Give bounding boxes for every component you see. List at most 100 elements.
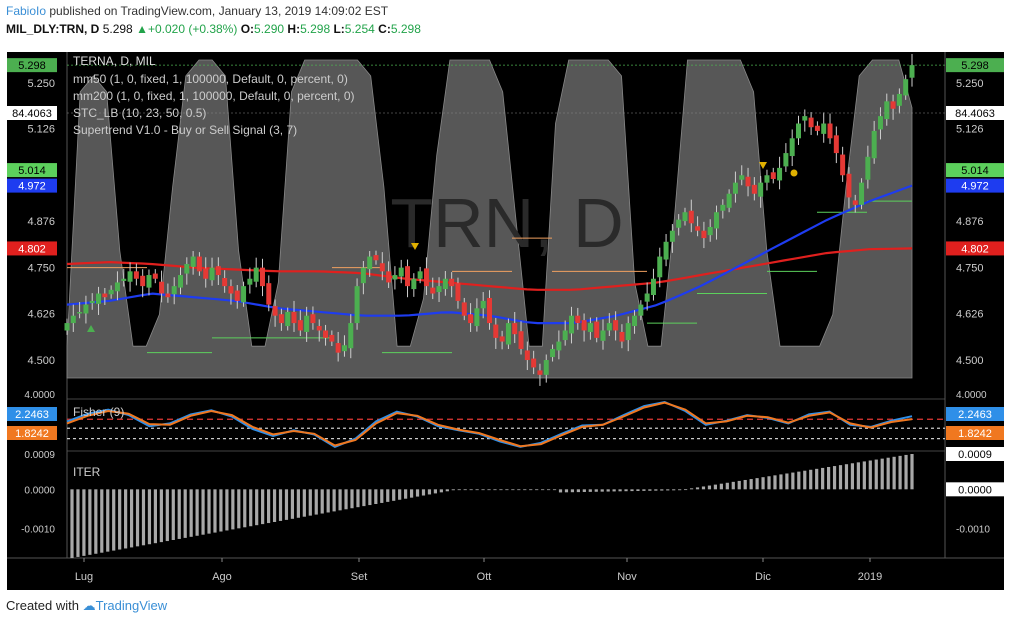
iter-bar <box>386 489 390 502</box>
price-label: 4.972 <box>18 181 46 193</box>
candle-body <box>114 282 120 292</box>
iter-bar <box>261 489 265 525</box>
iter-bar <box>374 489 378 504</box>
iter-bar <box>338 489 342 511</box>
iter-bar <box>350 489 354 509</box>
candle-body <box>650 278 656 295</box>
iter-bar <box>100 489 104 553</box>
candle-body <box>524 350 530 361</box>
y-tick-label-right: 5.126 <box>956 124 984 136</box>
candle-body <box>512 323 518 335</box>
candle-body <box>802 116 808 121</box>
last-price: 5.298 <box>102 22 133 36</box>
iter-bar <box>415 489 420 497</box>
candle-body <box>461 302 467 316</box>
iter-bar <box>648 489 652 491</box>
iter-bar <box>642 489 646 491</box>
iter-bar <box>219 489 223 532</box>
candle-body <box>241 286 247 303</box>
iter-bar <box>481 489 485 491</box>
price-label: 5.014 <box>18 165 46 177</box>
candle-body <box>896 93 902 106</box>
candle-body <box>726 193 732 208</box>
iter-bar <box>582 489 586 492</box>
iter-bar <box>171 489 175 540</box>
published-text: published on TradingView.com, January 13… <box>49 4 389 18</box>
iter-bar <box>165 489 169 542</box>
low-label: L: <box>333 22 345 36</box>
candle-body <box>140 275 146 287</box>
fisher-title: Fisher (9) <box>73 405 124 419</box>
symbol-info-line: MIL_DLY:TRN, D 5.298 ▲+0.020 (+0.38%) O:… <box>6 22 421 36</box>
candle-body <box>770 172 776 179</box>
iter-bar <box>475 489 479 491</box>
iter-bar <box>672 489 676 491</box>
y-tick-label-right: 4.750 <box>956 263 984 275</box>
iter-bar <box>82 489 86 556</box>
fisher-line <box>66 400 913 449</box>
x-tick-label: Nov <box>617 571 637 583</box>
price-label: 4.972 <box>961 181 989 193</box>
candle-body <box>814 125 820 131</box>
candle-body <box>278 314 284 324</box>
candle-body <box>209 267 215 281</box>
iter-bar <box>88 489 92 555</box>
candle-body <box>499 336 505 342</box>
candle-body <box>720 204 726 211</box>
candle-body <box>676 219 682 228</box>
candle-body <box>562 330 568 341</box>
candle-body <box>398 267 404 277</box>
fisher-price-label: 1.8242 <box>15 428 49 440</box>
iter-bar <box>237 489 241 529</box>
iter-bar <box>278 489 283 521</box>
iter-bar <box>147 489 152 545</box>
chart-svg[interactable]: TRN, D TERNA, D, MIL mm50 (1, 0, fixed, 1,… <box>7 52 1004 590</box>
iter-bar <box>106 489 110 552</box>
iter-bar <box>588 489 592 492</box>
iter-bar <box>755 478 759 490</box>
candle-body <box>732 182 738 194</box>
candle-body <box>638 304 644 316</box>
iter-bar <box>243 489 247 528</box>
open-label: O: <box>240 22 255 36</box>
candle-body <box>259 267 265 287</box>
iter-bar <box>576 489 580 493</box>
candle-body <box>70 315 76 324</box>
iter-bar <box>445 489 449 492</box>
iter-bar <box>463 489 467 491</box>
iter-bar <box>255 489 259 526</box>
candle-body <box>304 315 310 332</box>
iter-tick-right: -0.0010 <box>956 525 990 536</box>
candle-body <box>203 268 209 279</box>
tradingview-brand[interactable]: TradingView <box>96 598 168 613</box>
candle-body <box>354 286 360 324</box>
iter-bar <box>743 479 747 490</box>
candle-body <box>518 331 524 349</box>
iter-bar <box>606 489 610 492</box>
y-tick-label-left: 5.126 <box>27 124 55 136</box>
candle-body <box>411 278 417 290</box>
iter-bar <box>320 489 324 514</box>
iter-bar <box>844 464 849 490</box>
iter-bar <box>803 470 807 490</box>
candle-body <box>108 289 114 295</box>
publisher-user[interactable]: FabioIo <box>6 4 46 18</box>
iter-bar <box>296 489 300 518</box>
iter-bar <box>409 489 414 498</box>
iter-bar <box>856 462 860 490</box>
iter-bar <box>272 489 277 522</box>
close-value: 5.298 <box>390 22 421 36</box>
iter-bar <box>308 489 312 516</box>
candle-body <box>669 230 675 242</box>
candle-body <box>531 358 537 368</box>
candle-body <box>543 360 549 375</box>
symbol-watermark: TRN, D <box>390 184 623 262</box>
iter-bar <box>290 489 295 519</box>
candle-body <box>682 212 688 222</box>
candle-body <box>190 256 196 267</box>
candle-body <box>846 173 852 198</box>
price-label: 5.298 <box>961 60 989 72</box>
candle-body <box>695 226 701 231</box>
fisher-price-label: 2.2463 <box>958 409 992 421</box>
candle-body <box>341 345 347 352</box>
